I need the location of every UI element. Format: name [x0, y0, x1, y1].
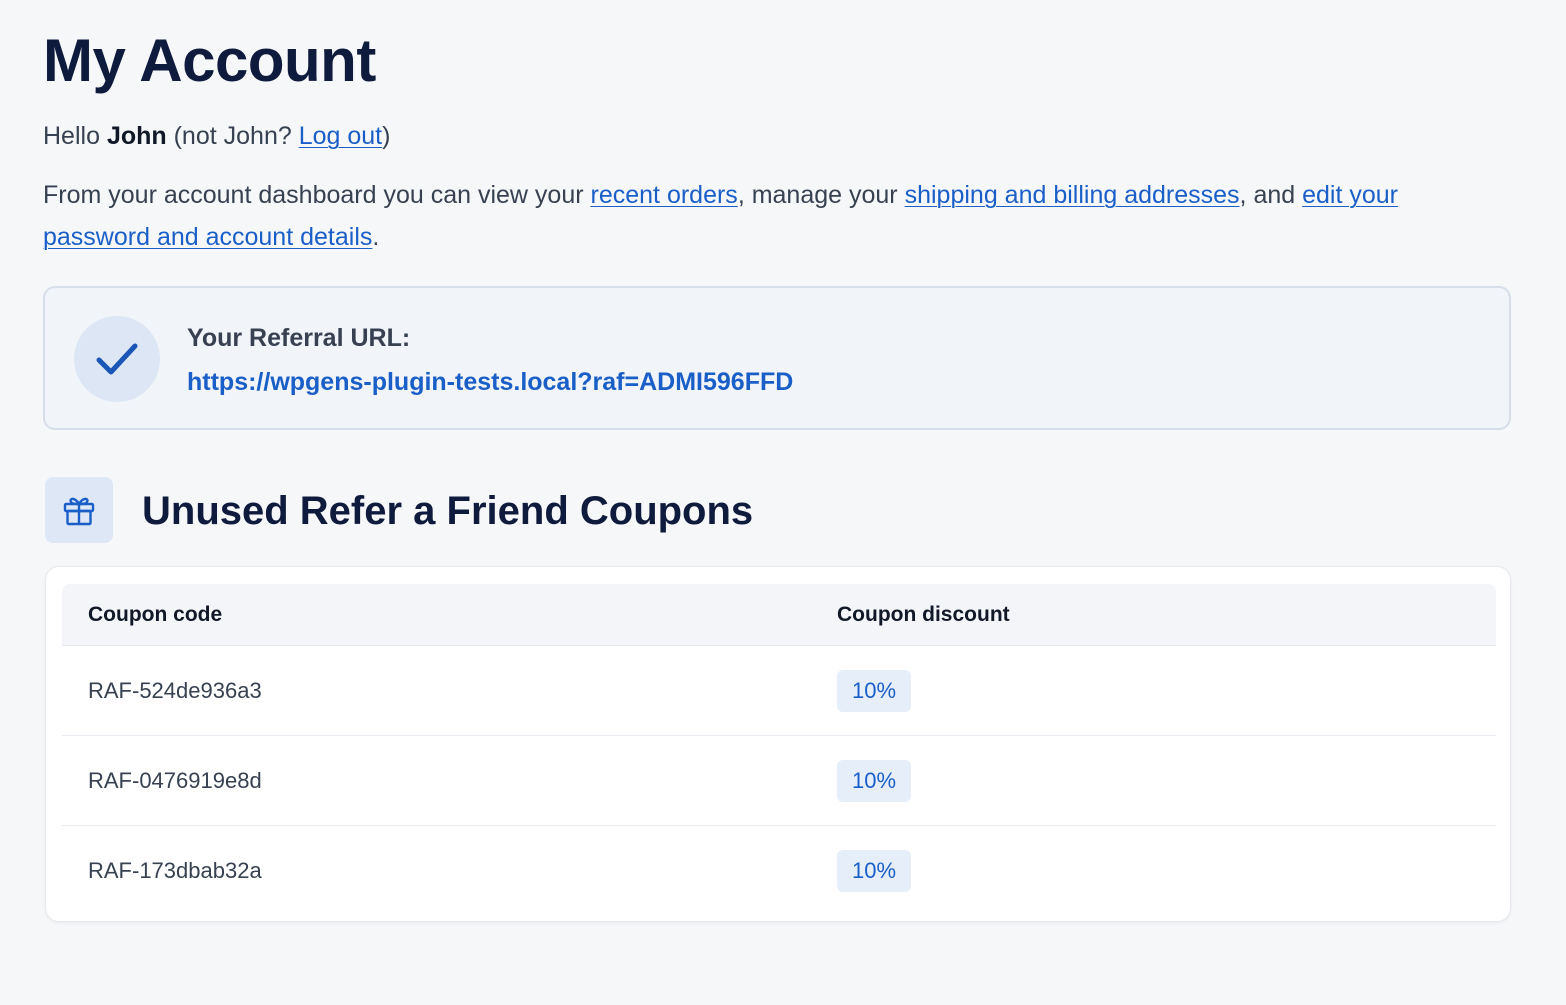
- table-header-row: Coupon code Coupon discount: [62, 584, 1496, 646]
- table-row: RAF-0476919e8d 10%: [62, 735, 1496, 826]
- greeting-hello: Hello: [43, 122, 100, 150]
- logout-link[interactable]: Log out: [299, 122, 382, 150]
- table-row: RAF-173dbab32a 10%: [62, 826, 1496, 916]
- referral-url-notice: Your Referral URL: https://wpgens-plugin…: [43, 286, 1511, 430]
- column-header-coupon-discount: Coupon discount: [811, 584, 1496, 646]
- coupon-discount-cell: 10%: [811, 735, 1496, 826]
- check-icon: [74, 316, 160, 402]
- coupons-section-title: Unused Refer a Friend Coupons: [142, 489, 754, 533]
- greeting: Hello John (not John? Log out): [43, 118, 390, 154]
- discount-badge: 10%: [837, 849, 912, 892]
- table-row: RAF-524de936a3 10%: [62, 645, 1496, 736]
- greeting-close-paren: ): [382, 122, 391, 150]
- gift-icon: [45, 477, 113, 543]
- intro-text-2: , manage your: [737, 181, 898, 209]
- coupons-table-card: Coupon code Coupon discount RAF-524de936…: [45, 566, 1511, 922]
- greeting-not-user: (not John?: [173, 122, 292, 150]
- intro-text-4: .: [372, 223, 380, 251]
- coupon-code-cell: RAF-173dbab32a: [88, 857, 262, 883]
- recent-orders-link[interactable]: recent orders: [591, 181, 738, 209]
- column-header-coupon-code: Coupon code: [62, 584, 811, 646]
- discount-badge: 10%: [837, 759, 912, 802]
- referral-url-label: Your Referral URL:: [187, 324, 411, 352]
- coupon-code-cell: RAF-0476919e8d: [62, 735, 811, 826]
- page-title: My Account: [43, 27, 376, 94]
- coupon-discount-cell: 10%: [811, 826, 1496, 916]
- discount-badge: 10%: [837, 669, 912, 712]
- account-page: My Account Hello John (not John? Log out…: [0, 0, 1566, 1005]
- referral-url-link[interactable]: https://wpgens-plugin-tests.local?raf=AD…: [187, 366, 793, 398]
- coupon-discount-cell: 10%: [811, 645, 1496, 736]
- coupons-table: Coupon code Coupon discount RAF-524de936…: [62, 584, 1496, 915]
- dashboard-intro: From your account dashboard you can view…: [43, 174, 1463, 258]
- intro-text-3: , and: [1239, 181, 1296, 209]
- greeting-username: John: [106, 122, 167, 150]
- intro-text-1: From your account dashboard you can view…: [43, 181, 584, 209]
- coupon-code-cell: RAF-524de936a3: [62, 645, 811, 736]
- addresses-link[interactable]: shipping and billing addresses: [905, 181, 1240, 209]
